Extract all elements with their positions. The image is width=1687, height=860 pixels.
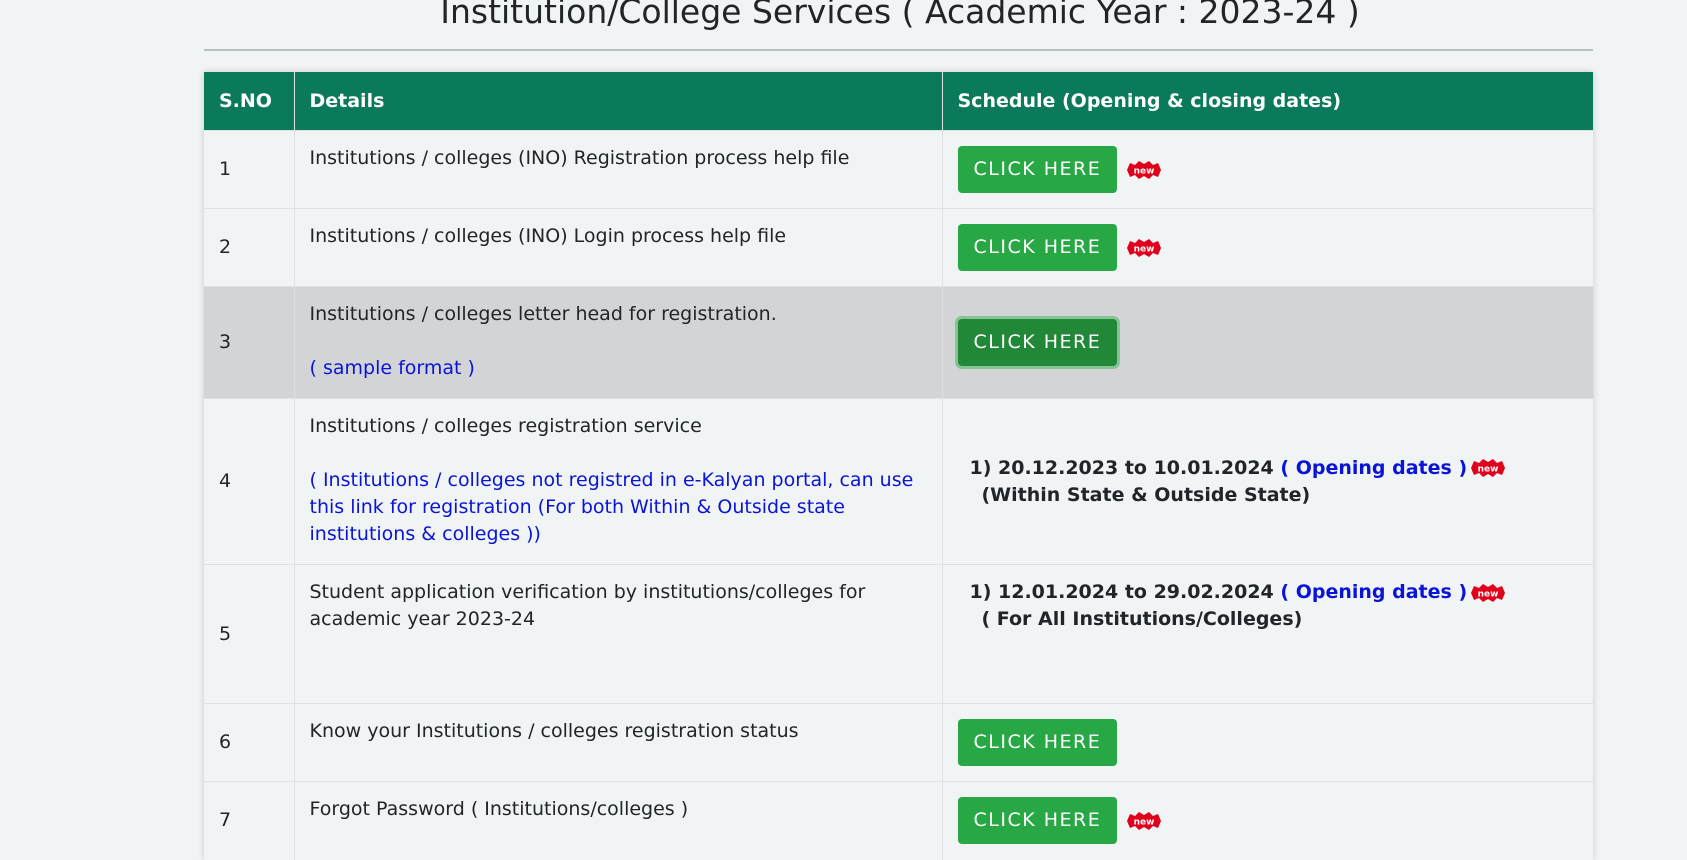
- click-here-button[interactable]: CLICK HERE: [957, 719, 1118, 766]
- row-details: Student application verification by inst…: [294, 564, 943, 704]
- row-details: Know your Institutions / colleges regist…: [294, 703, 943, 782]
- row-schedule: 1) 20.12.2023 to 10.01.2024 ( Opening da…: [942, 398, 1593, 565]
- row-details-text: Institutions / colleges (INO) Registrati…: [309, 147, 850, 169]
- row-sno: 2: [204, 208, 295, 287]
- row-details-text: Student application verification by inst…: [309, 581, 866, 630]
- sample-format-link[interactable]: ( sample format ): [310, 357, 475, 379]
- row-details: Forgot Password ( Institutions/colleges …: [294, 781, 943, 860]
- new-badge-icon: new: [1125, 811, 1163, 831]
- row-details-text: Know your Institutions / colleges regist…: [309, 720, 799, 742]
- page-title: Institution/College Services ( Academic …: [440, 0, 1360, 31]
- new-badge-icon: new: [1125, 238, 1163, 258]
- click-here-button[interactable]: CLICK HERE: [957, 319, 1118, 366]
- table-row: 5 Student application verification by in…: [204, 564, 1593, 704]
- registration-note-link[interactable]: ( Institutions / colleges not registred …: [310, 469, 914, 545]
- schedule-dates-line: 1) 12.01.2024 to 29.02.2024 ( Opening da…: [958, 579, 1579, 606]
- schedule-scope: (Within State & Outside State): [981, 483, 1311, 506]
- row-schedule: 1) 12.01.2024 to 29.02.2024 ( Opening da…: [942, 564, 1593, 704]
- services-table: S.NO Details Schedule (Opening & closing…: [204, 72, 1593, 860]
- table-row: 1 Institutions / colleges (INO) Registra…: [204, 130, 1593, 209]
- row-sno: 6: [204, 703, 295, 782]
- row-sno: 3: [204, 286, 295, 399]
- schedule-dates: 1) 12.01.2024 to 29.02.2024: [969, 581, 1274, 603]
- row-sno: 1: [204, 130, 295, 209]
- click-here-button[interactable]: CLICK HERE: [957, 797, 1118, 845]
- row-details: Institutions / colleges letter head for …: [294, 286, 943, 399]
- header-details: Details: [294, 72, 943, 131]
- row-details-text: Institutions / colleges (INO) Login proc…: [309, 225, 787, 247]
- click-here-button[interactable]: CLICK HERE: [957, 146, 1118, 193]
- new-badge-icon: new: [1469, 458, 1507, 478]
- table-row: 2 Institutions / colleges (INO) Login pr…: [204, 208, 1593, 287]
- new-badge-text: new: [1134, 166, 1155, 176]
- new-badge-icon: new: [1125, 160, 1163, 180]
- opening-dates-label: ( Opening dates ): [1280, 581, 1468, 603]
- new-badge-text: new: [1134, 244, 1155, 254]
- row-schedule: CLICK HERE: [942, 703, 1593, 782]
- new-badge-text: new: [1478, 589, 1499, 599]
- row-details: Institutions / colleges (INO) Registrati…: [294, 130, 943, 209]
- new-badge-icon: new: [1469, 583, 1507, 603]
- title-divider: [204, 49, 1593, 51]
- row-details: Institutions / colleges registration ser…: [294, 398, 943, 565]
- new-badge-text: new: [1134, 817, 1155, 827]
- table-row: 4 Institutions / colleges registration s…: [204, 398, 1593, 565]
- click-here-button[interactable]: CLICK HERE: [957, 224, 1118, 271]
- row-sno: 7: [204, 781, 295, 860]
- row-sno: 5: [204, 564, 295, 704]
- schedule-scope: ( For All Institutions/Colleges): [981, 608, 1303, 630]
- row-schedule: CLICK HERE new: [942, 130, 1593, 209]
- table-row: 7 Forgot Password ( Institutions/college…: [204, 781, 1593, 860]
- row-schedule: CLICK HERE: [942, 286, 1593, 399]
- row-details-text: Institutions / colleges letter head for …: [309, 303, 777, 325]
- header-sno: S.NO: [204, 72, 295, 131]
- table-row: 6 Know your Institutions / colleges regi…: [204, 703, 1593, 782]
- table-header-row: S.NO Details Schedule (Opening & closing…: [204, 72, 1593, 131]
- row-details-text: Forgot Password ( Institutions/colleges …: [309, 798, 689, 820]
- schedule-dates: 1) 20.12.2023 to 10.01.2024: [969, 456, 1274, 479]
- row-schedule: CLICK HERE new: [942, 781, 1593, 860]
- schedule-dates-line: 1) 20.12.2023 to 10.01.2024 ( Opening da…: [958, 455, 1579, 482]
- row-details: Institutions / colleges (INO) Login proc…: [294, 208, 943, 287]
- opening-dates-label: ( Opening dates ): [1280, 456, 1468, 479]
- table-row: 3 Institutions / colleges letter head fo…: [204, 286, 1593, 399]
- header-schedule: Schedule (Opening & closing dates): [942, 72, 1593, 131]
- new-badge-text: new: [1478, 465, 1499, 475]
- row-schedule: CLICK HERE new: [942, 208, 1593, 287]
- row-sno: 4: [204, 398, 295, 565]
- row-details-text: Institutions / colleges registration ser…: [309, 415, 702, 437]
